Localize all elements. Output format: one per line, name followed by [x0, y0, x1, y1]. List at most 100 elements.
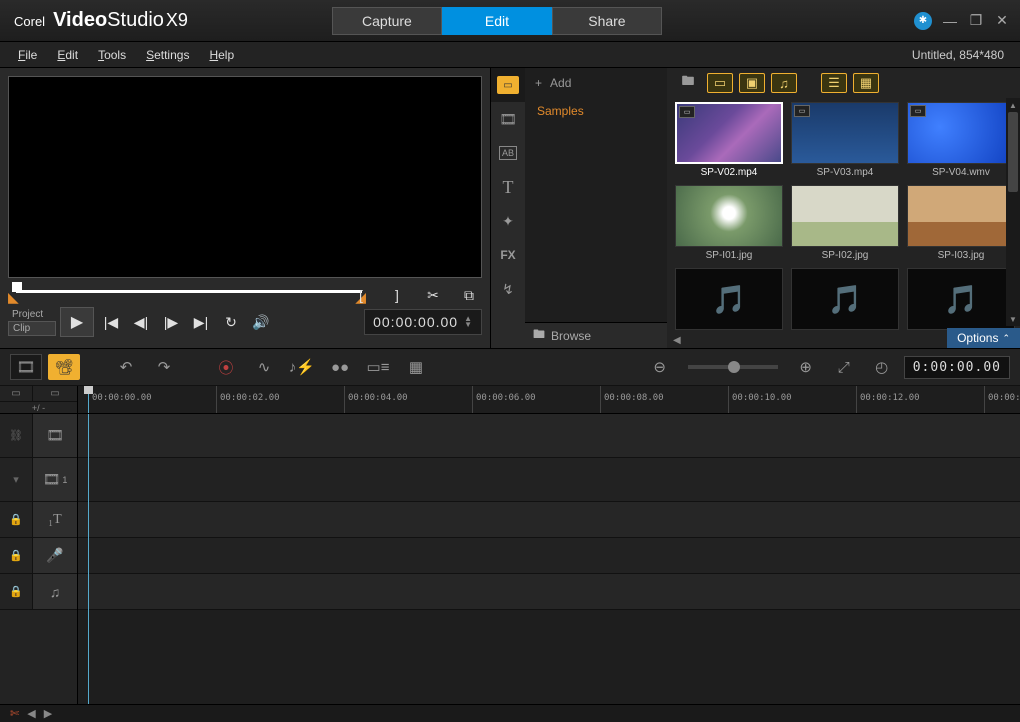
open-folder-button[interactable]: 🖿 [675, 73, 701, 93]
thumbnail[interactable]: SP-I01.jpg [675, 185, 783, 266]
thumbnail[interactable]: ▭SP-V04.wmv [907, 102, 1015, 183]
thumbnail[interactable]: 🎵 [675, 268, 783, 338]
tab-capture[interactable]: Capture [332, 7, 442, 35]
libtab-transition[interactable]: 🎞 [491, 102, 525, 136]
libtab-text[interactable]: T [491, 170, 525, 204]
filter-audio-button[interactable]: ♫ [771, 73, 797, 93]
filter-video-button[interactable]: ▭ [707, 73, 733, 93]
libtab-path[interactable]: ↯ [491, 272, 525, 306]
preview-timecode[interactable]: 00:00:00.00 ▲▼ [364, 309, 482, 335]
tab-share[interactable]: Share [552, 7, 662, 35]
footer-scroll-left-icon[interactable]: ◀ [27, 707, 35, 720]
view-list-button[interactable]: ☰ [821, 73, 847, 93]
thumbnail[interactable]: SP-I03.jpg [907, 185, 1015, 266]
track-lane-music[interactable] [78, 574, 1020, 610]
track-lane-video[interactable] [78, 414, 1020, 458]
library-scrollbar[interactable]: ▲ ▼ [1006, 98, 1020, 326]
prev-frame-button[interactable]: ◀| [128, 309, 154, 335]
playback-mode[interactable]: Project Clip [8, 308, 56, 336]
menu-help[interactable]: Help [199, 45, 244, 65]
scroll-thumb[interactable] [1008, 112, 1018, 192]
filter-photo-button[interactable]: ▣ [739, 73, 765, 93]
close-button[interactable]: ✕ [994, 13, 1010, 29]
track-head-voice[interactable]: 🔒 🎤 [0, 538, 77, 574]
zoom-out-button[interactable]: ⊖ [644, 354, 676, 380]
track-link-icon[interactable]: ⛓ [0, 429, 32, 442]
timeline-timecode[interactable]: 0:00:00.00 [904, 356, 1010, 379]
undo-button[interactable]: ↶ [110, 354, 142, 380]
thumbnail[interactable]: ▭SP-V03.mp4 [791, 102, 899, 183]
options-button[interactable]: Options ⌃ [947, 328, 1020, 348]
ruler-timeline-icon[interactable]: ▭ [32, 386, 77, 401]
browse-button[interactable]: 🖿 Browse [525, 322, 667, 348]
fit-zoom-button[interactable]: ⤢ [828, 354, 860, 380]
plus-icon: + [535, 76, 542, 90]
duration-icon[interactable]: ◴ [866, 354, 898, 380]
auto-music-button[interactable]: ♪⚡ [286, 354, 318, 380]
cloud-icon[interactable]: ✱ [914, 12, 932, 30]
cut-button[interactable]: ✂ [420, 282, 446, 308]
motion-track-button[interactable]: ●● [324, 354, 356, 380]
zoom-knob[interactable] [728, 361, 740, 373]
mark-out-button[interactable]: ] [384, 282, 410, 308]
mark-in-icon[interactable]: ◣ [8, 289, 19, 306]
timeline-view-button[interactable]: 📽 [48, 354, 80, 380]
libtab-title[interactable]: AB [491, 136, 525, 170]
track-head-video[interactable]: ⛓ 🎞 [0, 414, 77, 458]
minimize-button[interactable]: — [942, 13, 958, 29]
menu-tools[interactable]: Tools [88, 45, 136, 65]
scroll-up-icon[interactable]: ▲ [1006, 98, 1020, 112]
audio-mixer-button[interactable]: ∿ [248, 354, 280, 380]
track-head-overlay[interactable]: ▾ 🎞1 [0, 458, 77, 502]
tab-edit[interactable]: Edit [442, 7, 552, 35]
volume-button[interactable]: 🔊 [248, 309, 274, 335]
view-grid-button[interactable]: ▦ [853, 73, 879, 93]
libtab-media[interactable]: ▭ [491, 68, 525, 102]
go-end-button[interactable]: ▶| [188, 309, 214, 335]
track-add-remove[interactable]: +/ - [0, 401, 77, 413]
next-frame-button[interactable]: |▶ [158, 309, 184, 335]
track-head-music[interactable]: 🔒 ♫ [0, 574, 77, 610]
go-start-button[interactable]: |◀ [98, 309, 124, 335]
footer-tool-icon[interactable]: ✄ [10, 707, 19, 720]
track-lanes[interactable] [78, 414, 1020, 704]
libtab-fx[interactable]: FX [491, 238, 525, 272]
ruler-storyboard-icon[interactable]: ▭ [0, 386, 32, 401]
thumbnail[interactable]: ▭SP-V02.mp4 [675, 102, 783, 183]
maximize-button[interactable]: ❐ [968, 13, 984, 29]
multiview-button[interactable]: ▦ [400, 354, 432, 380]
timeline-playhead[interactable] [88, 414, 89, 704]
track-lane-overlay[interactable] [78, 458, 1020, 502]
ruler-ticks[interactable]: 00:00:00.0000:00:02.0000:00:04.0000:00:0… [78, 386, 1020, 413]
add-category-button[interactable]: + Add [525, 68, 667, 98]
record-button[interactable]: ⦿ [210, 354, 242, 380]
repeat-button[interactable]: ↻ [218, 309, 244, 335]
zoom-slider[interactable] [688, 365, 778, 369]
subtitle-button[interactable]: ▭≡ [362, 354, 394, 380]
menu-file[interactable]: File [8, 45, 47, 65]
menu-settings[interactable]: Settings [136, 45, 199, 65]
redo-button[interactable]: ↷ [148, 354, 180, 380]
track-lane-title[interactable] [78, 502, 1020, 538]
hscroll-left-icon[interactable]: ◀ [667, 333, 687, 348]
libtab-graphic[interactable]: ✦ [491, 204, 525, 238]
lock-icon[interactable]: 🔒 [0, 513, 32, 526]
thumbnail[interactable]: 🎵 [791, 268, 899, 338]
scroll-down-icon[interactable]: ▼ [1006, 312, 1020, 326]
scrub-track[interactable] [16, 290, 362, 293]
zoom-in-button[interactable]: ⊕ [790, 354, 822, 380]
play-button[interactable]: ▶ [60, 307, 94, 337]
timecode-stepper[interactable]: ▲▼ [464, 316, 473, 328]
copy-attrs-button[interactable]: ⧉ [456, 282, 482, 308]
menu-edit[interactable]: Edit [47, 45, 88, 65]
ruler-playhead[interactable] [88, 386, 89, 413]
track-lane-voice[interactable] [78, 538, 1020, 574]
scrubber[interactable]: ◣ ◢ [ ] ✂ ⧉ [8, 280, 482, 304]
category-samples[interactable]: Samples [525, 98, 667, 124]
preview-screen[interactable] [8, 76, 482, 278]
footer-scroll-right-icon[interactable]: ▶ [44, 707, 52, 720]
storyboard-view-button[interactable]: 🎞 [10, 354, 42, 380]
thumbnail[interactable]: SP-I02.jpg [791, 185, 899, 266]
mark-in-button[interactable]: [ [348, 282, 374, 308]
track-head-title[interactable]: 🔒 ₁T [0, 502, 77, 538]
